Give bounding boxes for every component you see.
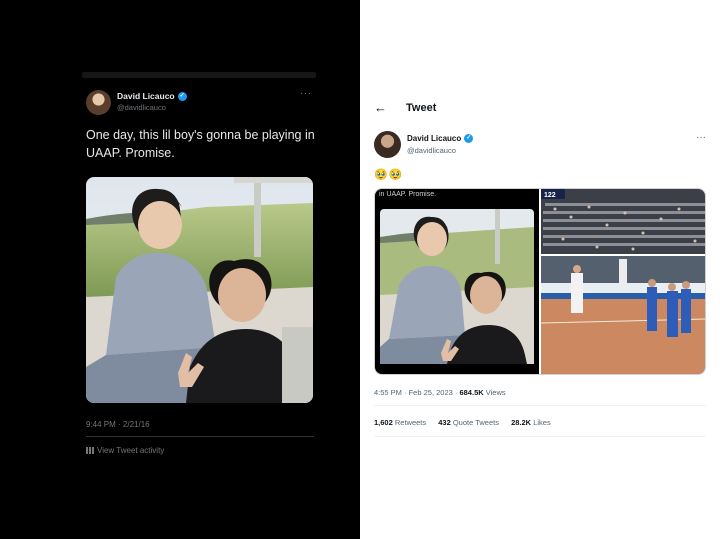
tweet-text: One day, this lil boy's gonna be playing… xyxy=(86,128,315,160)
tweet-photo[interactable] xyxy=(86,177,313,403)
divider xyxy=(374,405,706,406)
avatar[interactable] xyxy=(86,90,111,115)
quoted-photo xyxy=(380,209,534,364)
tweet-media-grid[interactable]: in UAAP. Promise. 122 xyxy=(374,188,706,375)
retweets-stat[interactable]: 1,602 Retweets xyxy=(374,418,426,427)
tweet-timestamp[interactable]: 9:44 PM · 2/21/16 xyxy=(86,420,150,429)
photo-illustration xyxy=(86,177,313,403)
tweet-stats: 1,602 Retweets 432 Quote Tweets 28.2K Li… xyxy=(374,418,551,427)
view-tweet-activity-link[interactable]: View Tweet activity xyxy=(86,446,164,455)
analytics-icon xyxy=(86,447,94,454)
avatar[interactable] xyxy=(374,131,401,158)
author-name[interactable]: David Licauco ✓ xyxy=(407,134,474,144)
divider xyxy=(86,436,314,437)
more-options-icon[interactable]: ··· xyxy=(300,88,312,99)
dark-tweet-panel: David Licauco ✓ @davidlicauco ··· One day… xyxy=(0,0,360,539)
author-handle[interactable]: @davidlicauco xyxy=(117,103,166,112)
author-name[interactable]: David Licauco ✓ xyxy=(117,91,187,102)
verified-badge-icon: ✓ xyxy=(464,134,474,144)
more-options-icon[interactable]: ··· xyxy=(696,132,706,143)
media-illustration: in UAAP. Promise. 122 xyxy=(375,189,705,374)
likes-stat[interactable]: 28.2K Likes xyxy=(511,418,551,427)
scoreboard-text: 122 xyxy=(544,192,556,199)
views-count: 684.5K xyxy=(459,388,484,397)
volleyball-court-photo xyxy=(540,255,705,374)
tweet-text: 🥹🥹 xyxy=(374,169,404,181)
back-arrow-icon[interactable]: ← xyxy=(374,100,387,115)
light-tweet-panel: ← Tweet David Licauco ✓ @davidlicauco ···… xyxy=(360,0,720,539)
quoted-caption: in UAAP. Promise. xyxy=(379,191,436,198)
arena-crowd-photo: 122 xyxy=(541,189,705,255)
previous-tweet-edge xyxy=(82,72,316,78)
verified-badge-icon: ✓ xyxy=(177,92,187,102)
page-title: Tweet xyxy=(406,102,437,114)
tweet-timestamp[interactable]: 4:55 PM · Feb 25, 2023 · 684.5K Views xyxy=(374,388,506,397)
divider xyxy=(374,436,706,437)
author-handle[interactable]: @davidlicauco xyxy=(407,146,456,155)
quote-tweets-stat[interactable]: 432 Quote Tweets xyxy=(438,418,499,427)
